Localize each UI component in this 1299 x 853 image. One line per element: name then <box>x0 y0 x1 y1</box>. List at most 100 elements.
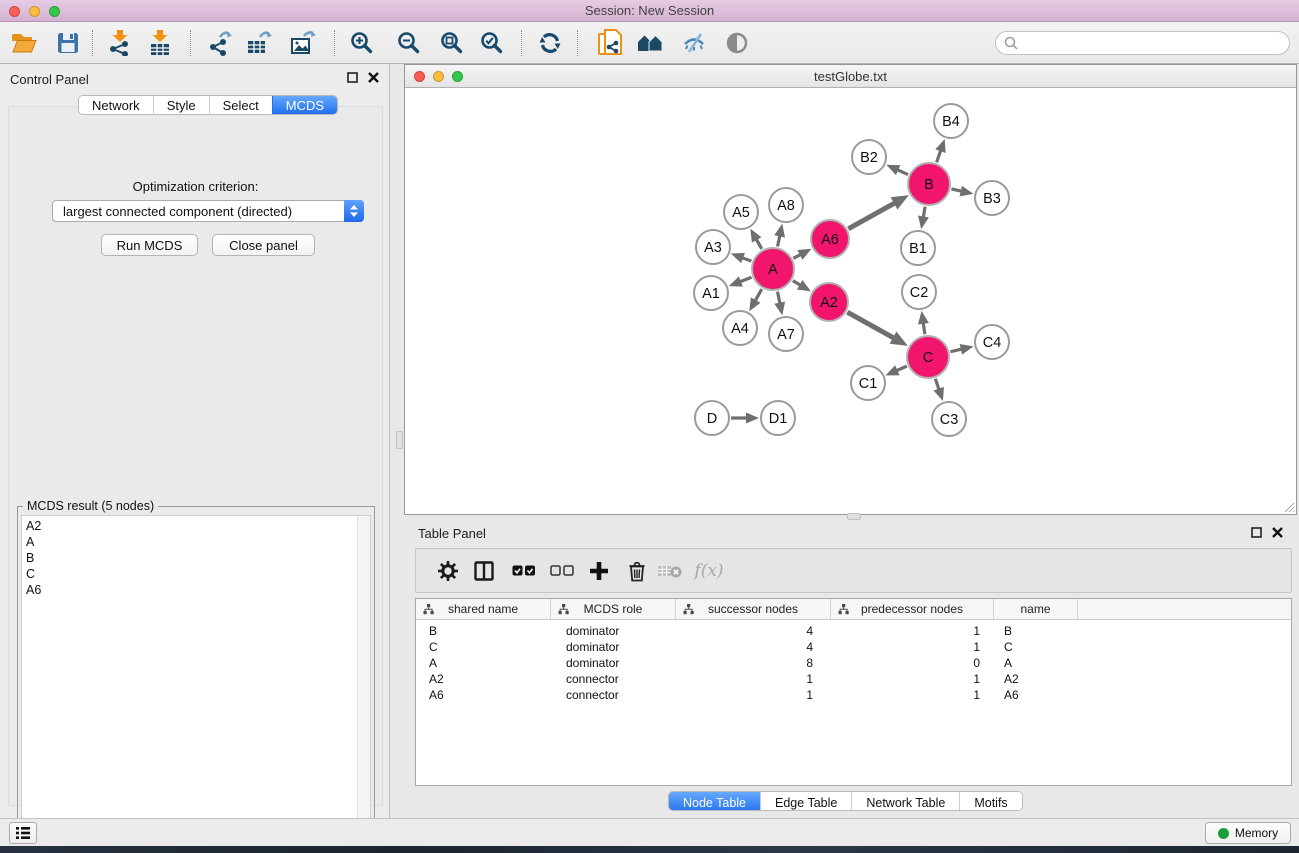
float-panel-icon[interactable] <box>1251 527 1262 538</box>
column-header-predecessor-nodes[interactable]: name predecessor nodes <box>831 599 994 619</box>
import-network-button[interactable] <box>102 26 138 60</box>
duplicate-network-button[interactable] <box>592 26 628 60</box>
table-row[interactable]: B dominator 4 1 B <box>416 623 1291 639</box>
tab-select[interactable]: Select <box>209 96 272 114</box>
memory-button[interactable]: Memory <box>1205 822 1291 844</box>
table-settings-button[interactable] <box>432 556 464 586</box>
split-divider-handle[interactable] <box>847 513 861 520</box>
graph-edge[interactable] <box>755 289 762 302</box>
column-header-successor-nodes[interactable]: successor nodes <box>676 599 831 619</box>
zoom-in-icon <box>350 31 374 55</box>
column-header-name[interactable]: name <box>994 599 1078 619</box>
hide-selected-button[interactable] <box>676 26 712 60</box>
refresh-button[interactable] <box>532 26 568 60</box>
list-item[interactable]: B <box>26 550 41 566</box>
tab-motifs[interactable]: Motifs <box>959 792 1021 811</box>
home-houses-icon <box>636 32 664 54</box>
net-minimize-button[interactable] <box>433 71 444 82</box>
zoom-fit-button[interactable] <box>434 26 470 60</box>
show-all-button[interactable] <box>719 26 755 60</box>
export-network-button[interactable] <box>202 26 238 60</box>
graph-node-label: A5 <box>732 205 750 221</box>
deselect-all-button[interactable] <box>546 556 578 586</box>
column-type-icon <box>838 604 849 615</box>
trash-icon <box>628 561 646 582</box>
net-close-button[interactable] <box>414 71 425 82</box>
zoom-out-button[interactable] <box>391 26 427 60</box>
toolbar-separator <box>521 30 522 56</box>
graph-edge-arrowhead <box>774 224 785 238</box>
zoom-selected-button[interactable] <box>474 26 510 60</box>
graph-node-label: A2 <box>820 295 838 311</box>
add-column-button[interactable] <box>583 556 615 586</box>
tab-network[interactable]: Network <box>79 96 153 114</box>
home-view-button[interactable] <box>632 26 668 60</box>
tab-node-table[interactable]: Node Table <box>669 792 760 811</box>
import-table-button[interactable] <box>142 26 178 60</box>
table-row[interactable]: C dominator 4 1 C <box>416 639 1291 655</box>
graph-node-label: B4 <box>942 114 960 130</box>
export-network-icon <box>207 30 233 56</box>
minimize-window-button[interactable] <box>29 6 40 17</box>
network-graph[interactable]: B4B2BB3A8A5A6A3B1AC2A1A2A4A7C4CC1DD1C3 <box>405 88 1296 514</box>
close-panel-button[interactable]: Close panel <box>212 234 315 256</box>
list-scrollbar[interactable] <box>357 516 370 840</box>
list-item[interactable]: C <box>26 566 41 582</box>
main-titlebar: Session: New Session <box>0 0 1299 22</box>
graph-node-label: C3 <box>940 412 959 428</box>
column-header-mcds-role[interactable]: MCDS role <box>551 599 676 619</box>
column-header-shared-name[interactable]: shared name <box>416 599 551 619</box>
close-window-button[interactable] <box>9 6 20 17</box>
tab-mcds[interactable]: MCDS <box>272 96 337 114</box>
split-divider-handle[interactable] <box>396 431 403 449</box>
tab-edge-table[interactable]: Edge Table <box>760 792 851 811</box>
table-row[interactable]: A6 connector 1 1 A6 <box>416 687 1291 703</box>
network-window-titlebar[interactable]: testGlobe.txt <box>405 65 1296 88</box>
float-panel-icon[interactable] <box>347 72 358 83</box>
graph-edge[interactable] <box>847 312 894 338</box>
graph-edge-arrowhead <box>918 311 929 325</box>
tab-style[interactable]: Style <box>153 96 209 114</box>
network-canvas[interactable]: B4B2BB3A8A5A6A3B1AC2A1A2A4A7C4CC1DD1C3 <box>405 88 1296 514</box>
close-panel-icon[interactable] <box>368 72 379 83</box>
graph-edge[interactable] <box>937 149 942 162</box>
zoom-window-button[interactable] <box>49 6 60 17</box>
graph-edge-arrowhead <box>960 344 974 355</box>
graph-edge[interactable] <box>848 202 895 228</box>
table-row[interactable]: A2 connector 1 1 A2 <box>416 671 1291 687</box>
list-item[interactable]: A6 <box>26 582 41 598</box>
task-history-button[interactable] <box>9 822 37 844</box>
close-panel-icon[interactable] <box>1272 527 1283 538</box>
delete-table-button[interactable] <box>654 556 686 586</box>
run-mcds-button[interactable]: Run MCDS <box>101 234 198 256</box>
tab-network-table[interactable]: Network Table <box>851 792 959 811</box>
graph-edge-arrowhead <box>729 276 743 286</box>
graph-node-label: A7 <box>777 327 795 343</box>
zoom-selected-icon <box>480 31 504 55</box>
node-table: shared name MCDS role successor nodes <box>415 598 1292 786</box>
save-floppy-icon <box>57 32 79 54</box>
criterion-dropdown[interactable]: largest connected component (directed) <box>52 200 364 222</box>
graph-node-label: C4 <box>983 335 1002 351</box>
delete-column-button[interactable] <box>621 556 653 586</box>
search-input[interactable] <box>1023 36 1289 50</box>
net-zoom-button[interactable] <box>452 71 463 82</box>
column-visibility-button[interactable] <box>468 556 500 586</box>
zoom-fit-icon <box>440 31 464 55</box>
table-header-row: shared name MCDS role successor nodes <box>416 599 1291 620</box>
save-session-button[interactable] <box>50 26 86 60</box>
function-builder-button[interactable]: f(x) <box>688 556 730 586</box>
list-icon <box>15 826 31 840</box>
graph-edge[interactable] <box>739 277 752 282</box>
window-resize-grip[interactable] <box>1282 500 1295 513</box>
open-session-button[interactable] <box>5 26 41 60</box>
list-item[interactable]: A2 <box>26 518 41 534</box>
graph-node-label: D1 <box>769 411 788 427</box>
table-row[interactable]: A dominator 8 0 A <box>416 655 1291 671</box>
list-item[interactable]: A <box>26 534 41 550</box>
export-table-button[interactable] <box>241 26 277 60</box>
export-image-button[interactable] <box>285 26 321 60</box>
zoom-in-button[interactable] <box>344 26 380 60</box>
graph-node-label: C1 <box>859 376 878 392</box>
select-all-button[interactable] <box>508 556 540 586</box>
